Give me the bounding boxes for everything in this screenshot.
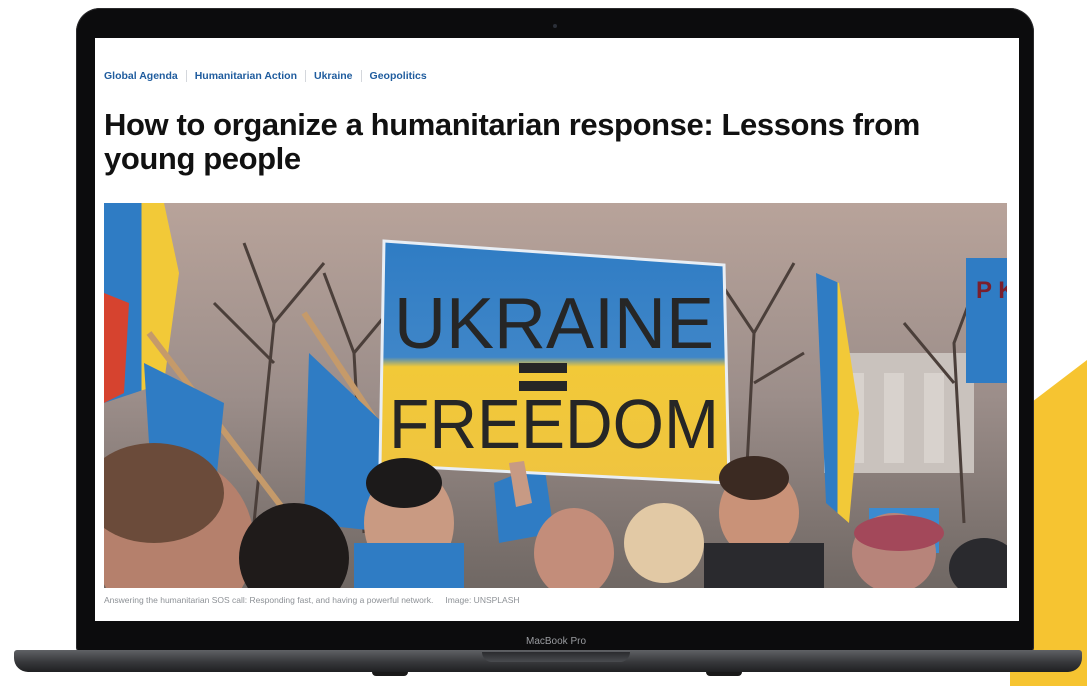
sign-text-line-1: UKRAINE — [394, 284, 714, 364]
webcam-icon — [553, 24, 557, 28]
image-caption: Answering the humanitarian SOS call: Res… — [104, 595, 1004, 605]
laptop-foot — [372, 672, 408, 676]
topic-link-ukraine[interactable]: Ukraine — [305, 70, 361, 82]
topic-link-geopolitics[interactable]: Geopolitics — [360, 70, 435, 82]
hero-image: P K ES UKRAINE FREEDOM — [104, 203, 1007, 588]
protest-photo-illustration: P K ES UKRAINE FREEDOM — [104, 203, 1007, 588]
building-column — [924, 373, 944, 463]
topic-link-global-agenda[interactable]: Global Agenda — [104, 70, 186, 82]
laptop-foot — [706, 672, 742, 676]
article-headline: How to organize a humanitarian response:… — [104, 107, 920, 176]
laptop-hinge-notch — [482, 652, 630, 662]
topic-tags: Global Agenda Humanitarian Action Ukrain… — [104, 69, 435, 83]
sign-text-line-2: FREEDOM — [389, 385, 719, 463]
building-column — [884, 373, 904, 463]
image-credit: Image: UNSPLASH — [445, 595, 520, 605]
browser-screen: Global Agenda Humanitarian Action Ukrain… — [95, 38, 1019, 621]
sign-equals-bar — [519, 363, 567, 373]
topic-link-humanitarian-action[interactable]: Humanitarian Action — [185, 70, 305, 82]
caption-text: Answering the humanitarian SOS call: Res… — [104, 595, 434, 605]
device-label: MacBook Pro — [525, 636, 587, 647]
side-sign-text: P K — [976, 277, 1007, 304]
